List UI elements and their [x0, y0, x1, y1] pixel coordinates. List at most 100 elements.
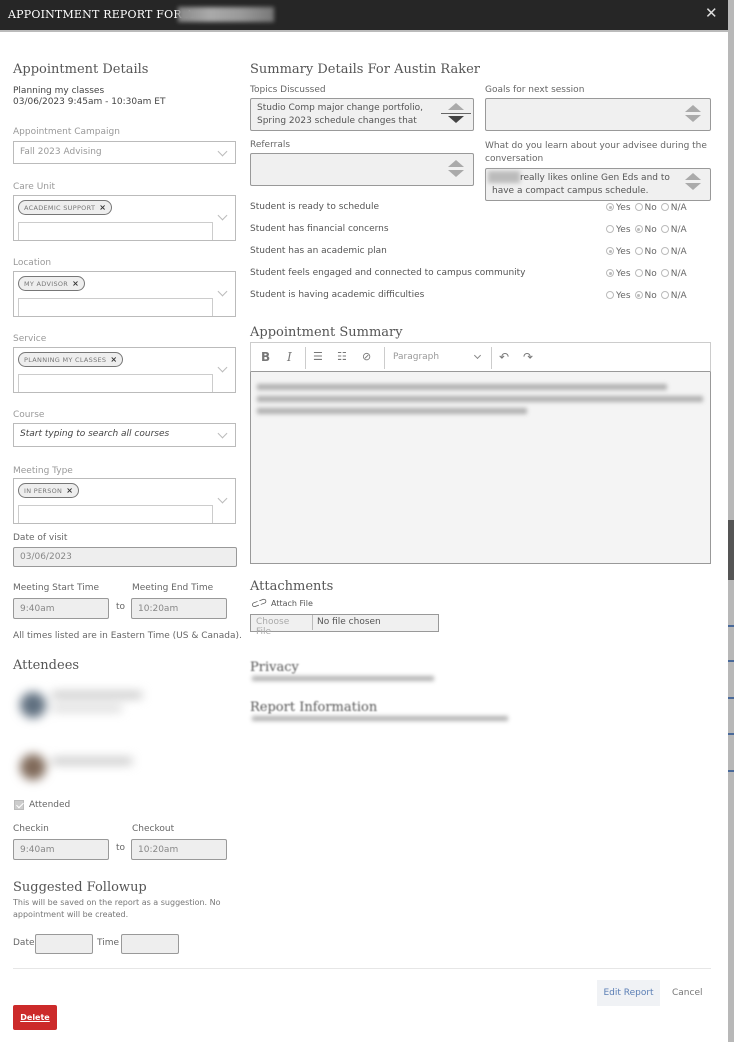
cancel-button[interactable]: Cancel [672, 988, 703, 998]
radio-option-yes[interactable]: Yes [606, 269, 631, 279]
delete-button[interactable]: Delete [13, 1005, 57, 1030]
radio-button[interactable] [660, 269, 669, 277]
link-icon[interactable]: ⊘ [362, 350, 371, 363]
file-input[interactable]: Choose File No file chosen [250, 614, 439, 637]
referrals-label: Referrals [250, 140, 291, 150]
radio-option-yes[interactable]: Yes [606, 225, 631, 235]
topics-label: Topics Discussed [250, 85, 326, 95]
care-unit-select[interactable]: Academic Support × [13, 195, 236, 241]
redacted-name [178, 7, 274, 22]
numbered-list-icon[interactable]: ☷ [337, 350, 347, 363]
radio-button[interactable] [634, 291, 643, 299]
checkout-field[interactable]: 10:20am [131, 839, 227, 860]
scroll-up-icon[interactable] [448, 160, 464, 167]
meeting-type-select[interactable]: In Person × [13, 478, 236, 524]
start-time-field[interactable]: 9:40am [13, 598, 109, 619]
radio-option-no[interactable]: No [634, 291, 657, 301]
radio-button[interactable] [634, 269, 643, 277]
campaign-select[interactable]: Fall 2023 Advising [13, 141, 236, 164]
textarea-scroll-arrows[interactable] [684, 105, 702, 122]
chevron-down-icon [217, 146, 228, 157]
bullet-list-icon[interactable]: ☰ [313, 350, 323, 363]
meeting-type-input[interactable] [18, 505, 213, 523]
care-unit-input[interactable] [18, 222, 213, 240]
radio-button[interactable] [660, 247, 669, 255]
location-input[interactable] [18, 298, 213, 316]
end-time-field[interactable]: 10:20am [131, 598, 227, 619]
scroll-up-icon[interactable] [685, 173, 701, 180]
radio-option-na[interactable]: N/A [660, 247, 687, 257]
close-icon[interactable]: ✕ [705, 4, 718, 22]
bold-button[interactable]: B [261, 350, 270, 364]
followup-date-field[interactable] [35, 934, 93, 954]
followup-time-field[interactable] [121, 934, 179, 954]
remove-tag-icon[interactable]: × [72, 279, 79, 288]
radio-option-na[interactable]: N/A [660, 203, 687, 213]
radio-button[interactable] [606, 247, 614, 255]
choose-file-button[interactable]: Choose File [251, 615, 313, 637]
location-select[interactable]: My Advisor × [13, 271, 236, 317]
radio-option-na[interactable]: N/A [660, 269, 687, 279]
scroll-down-icon[interactable] [685, 183, 701, 190]
goals-label: Goals for next session [485, 85, 585, 95]
radio-button[interactable] [606, 203, 614, 211]
redo-icon[interactable]: ↷ [523, 350, 533, 364]
service-input[interactable] [18, 374, 213, 392]
radio-button[interactable] [660, 291, 669, 299]
checkin-field[interactable]: 9:40am [13, 839, 109, 860]
textarea-scroll-arrows[interactable] [684, 173, 702, 190]
service-select[interactable]: Planning my classes × [13, 347, 236, 393]
format-select[interactable]: Paragraph [393, 352, 439, 362]
suggested-followup-heading: Suggested Followup [13, 880, 147, 895]
radio-button[interactable] [606, 269, 614, 277]
edit-report-button[interactable]: Edit Report [597, 980, 660, 1006]
radio-button[interactable] [634, 203, 643, 211]
italic-button[interactable]: I [287, 350, 292, 364]
scroll-down-icon[interactable] [685, 115, 701, 122]
radio-option-yes[interactable]: Yes [606, 247, 631, 257]
textarea-scroll-arrows[interactable] [447, 160, 465, 177]
radio-group: Yes No N/A [606, 225, 691, 235]
radio-option-no[interactable]: No [634, 269, 657, 279]
scroll-up-icon[interactable] [448, 103, 464, 110]
checkin-label: Checkin [13, 824, 49, 834]
learned-textarea[interactable]: really likes online Gen Eds and to have … [485, 168, 711, 201]
radio-button[interactable] [660, 203, 669, 211]
radio-option-no[interactable]: No [634, 225, 657, 235]
appointment-summary-editor[interactable] [250, 372, 711, 564]
followup-date-label: Date [13, 938, 35, 948]
course-select[interactable]: Start typing to search all courses [13, 423, 236, 447]
topics-textarea[interactable]: Studio Comp major change portfolio, Spri… [250, 98, 474, 131]
scroll-up-icon[interactable] [685, 105, 701, 112]
radio-button[interactable] [606, 291, 614, 299]
date-of-visit-field[interactable]: 03/06/2023 [13, 547, 237, 567]
radio-option-yes[interactable]: Yes [606, 291, 631, 301]
learned-label: What do you learn about your advisee dur… [485, 141, 707, 164]
radio-button[interactable] [606, 225, 614, 233]
radio-option-na[interactable]: N/A [660, 225, 687, 235]
undo-icon[interactable]: ↶ [499, 350, 509, 364]
referrals-textarea[interactable] [250, 153, 474, 186]
radio-button[interactable] [660, 225, 669, 233]
radio-option-no[interactable]: No [634, 247, 657, 257]
radio-option-no[interactable]: No [634, 203, 657, 213]
radio-button[interactable] [634, 225, 643, 233]
attach-file-link[interactable]: Attach File [271, 599, 313, 608]
goals-textarea[interactable] [485, 98, 711, 131]
scroll-down-icon[interactable] [448, 116, 464, 123]
scroll-down-icon[interactable] [448, 170, 464, 177]
textarea-scroll-arrows[interactable] [441, 103, 471, 123]
remove-tag-icon[interactable]: × [110, 355, 117, 364]
radio-button[interactable] [634, 247, 643, 255]
modal-header: APPOINTMENT REPORT FOR A ✕ [0, 0, 728, 32]
remove-tag-icon[interactable]: × [99, 203, 106, 212]
attended-checkbox[interactable] [14, 800, 24, 810]
campaign-label: Appointment Campaign [13, 127, 120, 137]
radio-option-yes[interactable]: Yes [606, 203, 631, 213]
remove-tag-icon[interactable]: × [66, 486, 73, 495]
radio-option-na[interactable]: N/A [660, 291, 687, 301]
redacted-text [257, 408, 527, 414]
date-of-visit-label: Date of visit [13, 533, 68, 543]
avatar [20, 692, 46, 718]
report-information-heading: Report Information [250, 700, 378, 715]
